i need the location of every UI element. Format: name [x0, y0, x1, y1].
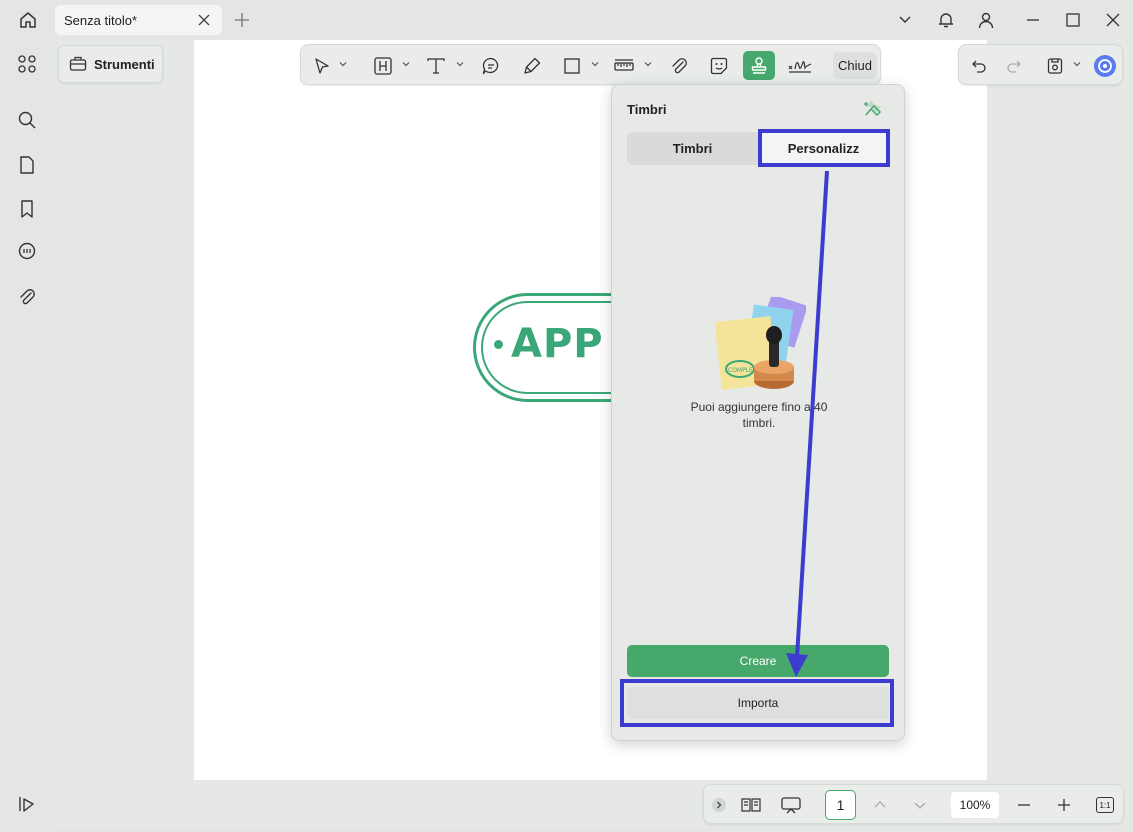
presentation-icon[interactable] — [778, 791, 804, 819]
signature-icon[interactable] — [785, 51, 815, 80]
attachment-icon[interactable] — [13, 283, 41, 311]
comment-icon[interactable] — [13, 238, 41, 266]
heading-icon[interactable] — [370, 51, 396, 80]
pin-icon[interactable] — [862, 98, 884, 120]
close-toolbar-button[interactable]: Chiud — [833, 52, 877, 79]
chevron-down-icon[interactable] — [456, 60, 464, 68]
apps-grid-icon[interactable] — [13, 50, 41, 78]
tab-timbri[interactable]: Timbri — [627, 132, 758, 165]
user-icon[interactable] — [974, 8, 998, 32]
redo-icon[interactable] — [1002, 51, 1026, 80]
new-tab-icon[interactable] — [232, 10, 252, 30]
document-tab[interactable]: Senza titolo* — [55, 5, 222, 35]
undo-icon[interactable] — [967, 51, 991, 80]
close-tab-icon[interactable] — [196, 12, 212, 28]
zoom-level[interactable]: 100% — [951, 792, 999, 818]
comment-bubble-icon[interactable] — [478, 51, 504, 80]
zoom-in-icon[interactable] — [1053, 791, 1075, 819]
toolbox-icon — [69, 54, 87, 75]
ai-assistant-icon[interactable] — [1092, 51, 1118, 80]
create-button[interactable]: Creare — [627, 645, 889, 677]
expand-icon[interactable] — [710, 791, 728, 819]
highlighter-icon[interactable] — [519, 51, 545, 80]
bookmark-icon[interactable] — [13, 195, 41, 223]
left-sidebar — [0, 40, 54, 832]
highlight-import — [620, 679, 894, 727]
page-number-input[interactable]: 1 — [825, 790, 856, 820]
highlight-personalizza — [758, 129, 890, 167]
chevron-down-icon[interactable] — [339, 60, 347, 68]
main-toolbar: Chiud — [300, 44, 881, 85]
reading-mode-icon[interactable] — [738, 791, 764, 819]
bell-icon[interactable] — [934, 8, 958, 32]
stamp-panel: Timbri Timbri Personalizz COMPLETE Puoi … — [611, 84, 905, 741]
chevron-down-icon[interactable] — [402, 60, 410, 68]
previous-page-icon[interactable] — [869, 791, 891, 819]
home-icon[interactable] — [10, 6, 46, 34]
search-icon[interactable] — [13, 106, 41, 134]
chevron-down-icon[interactable] — [591, 60, 599, 68]
maximize-icon[interactable] — [1061, 8, 1085, 32]
stamp-icon[interactable] — [743, 51, 775, 80]
tools-button[interactable]: Strumenti — [58, 45, 163, 83]
paperclip-icon[interactable] — [666, 51, 692, 80]
actual-size-button[interactable]: 1:1 — [1093, 791, 1117, 819]
select-icon[interactable] — [309, 51, 335, 80]
save-icon[interactable] — [1043, 51, 1067, 80]
sidebar-toggle-icon[interactable] — [13, 790, 41, 818]
sticker-icon[interactable] — [706, 51, 732, 80]
zoom-out-icon[interactable] — [1013, 791, 1035, 819]
title-bar: Senza titolo* — [0, 0, 1133, 40]
chevron-down-icon[interactable] — [644, 60, 652, 68]
right-toolbar — [958, 44, 1123, 85]
annotation-arrow — [786, 170, 829, 677]
status-bar: 1 100% 1:1 — [703, 784, 1124, 824]
next-page-icon[interactable] — [909, 791, 931, 819]
tab-title: Senza titolo* — [64, 12, 137, 28]
rectangle-icon[interactable] — [559, 51, 585, 80]
panel-title: Timbri — [627, 102, 667, 117]
actual-size-label: 1:1 — [1096, 797, 1114, 813]
minimize-icon[interactable] — [1021, 8, 1045, 32]
tools-label: Strumenti — [94, 56, 155, 72]
page-thumbnail-icon[interactable] — [13, 151, 41, 179]
measure-icon[interactable] — [611, 51, 637, 80]
close-window-icon[interactable] — [1101, 8, 1125, 32]
text-icon[interactable] — [423, 51, 449, 80]
stamp-text: APP — [511, 321, 604, 367]
chevron-down-icon[interactable] — [1073, 60, 1081, 68]
chevron-down-icon[interactable] — [893, 8, 917, 32]
